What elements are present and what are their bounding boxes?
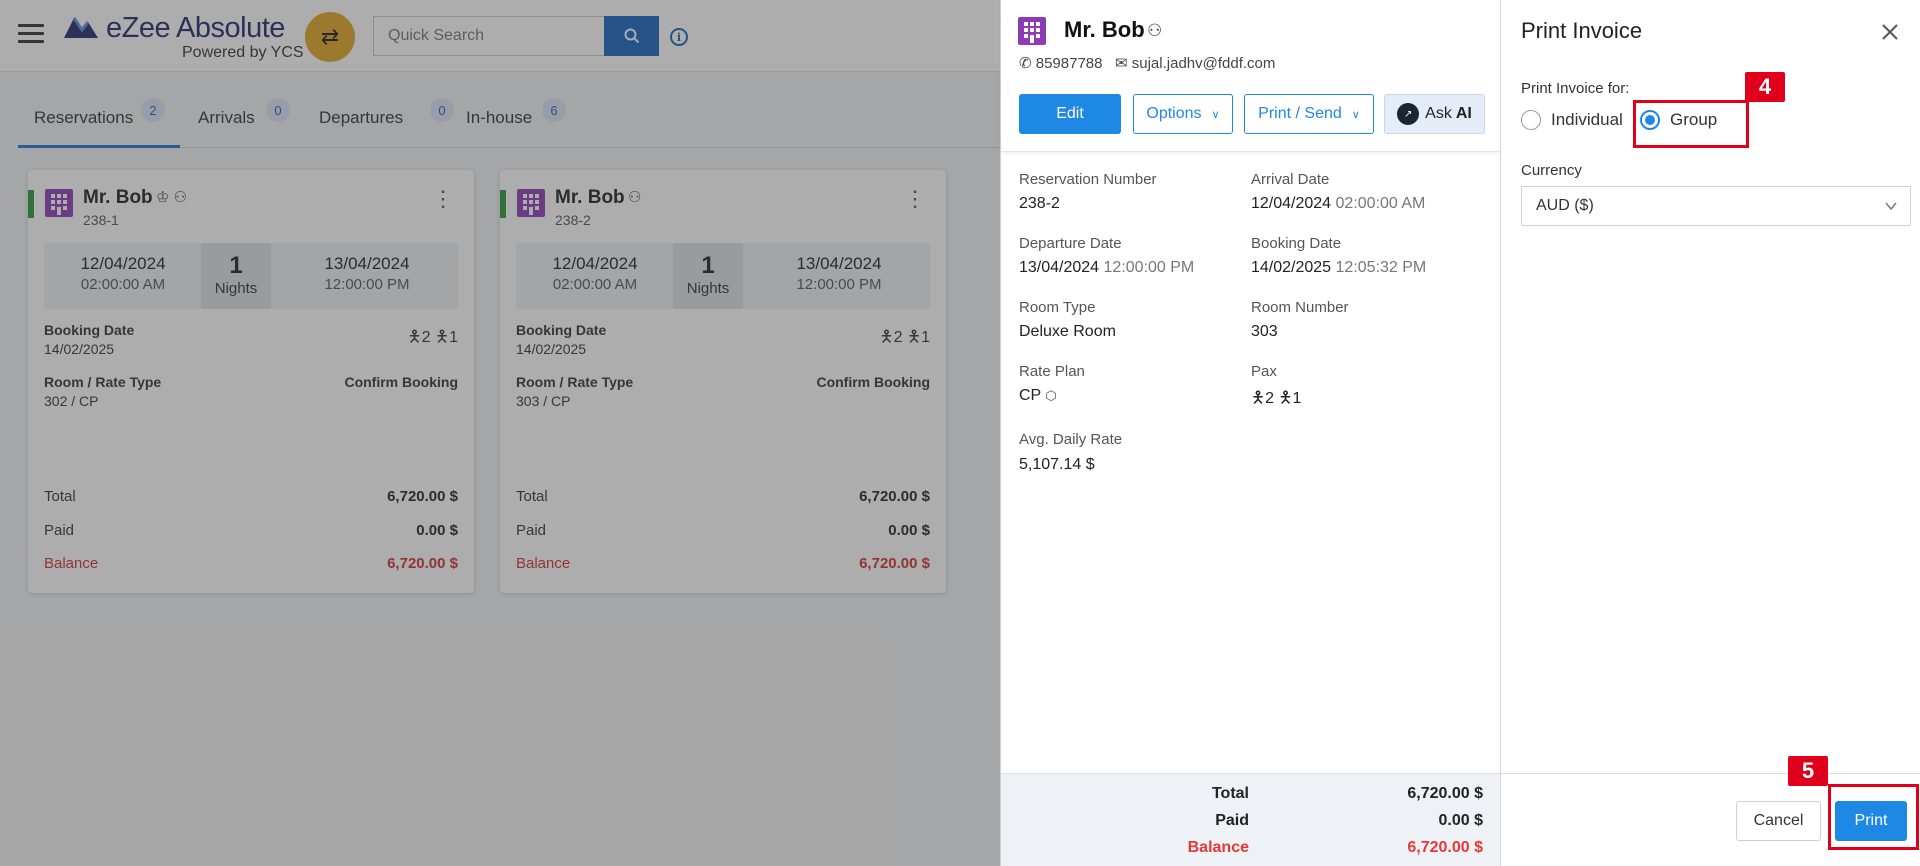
arrival-date-value: 12/04/2024 02:00:00 AM: [1251, 195, 1426, 212]
phone-icon: ✆: [1019, 55, 1032, 72]
paid-amount: 0.00 $: [1438, 812, 1483, 829]
print-for-label: Print Invoice for:: [1521, 80, 1630, 97]
annotation-box-print: [1828, 784, 1919, 850]
rate-plan-value: CP ⬡: [1019, 387, 1057, 404]
options-button[interactable]: Options ∨: [1133, 94, 1233, 134]
group-guest-icon: ⚇: [1147, 21, 1163, 40]
annotation-step-tag: 5: [1788, 756, 1828, 786]
room-number-value: 303: [1251, 323, 1278, 340]
reservation-detail-panel: Mr. Bob ⚇ ✆ 85987788 ✉ sujal.jadhv@fddf.…: [1000, 0, 1501, 866]
detail-header: Mr. Bob ⚇ ✆ 85987788 ✉ sujal.jadhv@fddf.…: [1001, 0, 1501, 152]
radio-button[interactable]: [1521, 110, 1541, 130]
edit-button[interactable]: Edit: [1019, 94, 1121, 134]
balance-amount: 6,720.00 $: [1407, 839, 1483, 856]
chevron-down-icon: [1885, 202, 1897, 211]
avg-daily-rate-value: 5,107.14 $: [1019, 456, 1095, 473]
radio-individual[interactable]: Individual: [1521, 108, 1623, 132]
guest-email: ✉ sujal.jadhv@fddf.com: [1115, 55, 1276, 72]
print-send-button[interactable]: Print / Send ∨: [1244, 94, 1374, 134]
booking-date-value: 14/02/2025 12:05:32 PM: [1251, 259, 1427, 276]
child-icon: 🯅: [1278, 390, 1293, 407]
footer-divider: [1501, 773, 1920, 774]
annotation-step-tag: 4: [1745, 72, 1785, 102]
ask-ai-button[interactable]: ↗ Ask AI: [1384, 94, 1485, 134]
pax-value: 🯅2 🯅1: [1251, 390, 1302, 407]
adult-icon: 🯅: [1251, 390, 1266, 407]
package-icon: ⬡: [1045, 388, 1057, 403]
departure-date-value: 13/04/2024 12:00:00 PM: [1019, 259, 1195, 276]
guest-name: Mr. Bob: [1064, 17, 1145, 42]
mail-icon: ✉: [1115, 55, 1128, 72]
building-icon: [1018, 17, 1046, 45]
close-icon[interactable]: [1878, 20, 1902, 44]
chevron-down-icon: ∨: [1211, 108, 1220, 121]
ai-compass-icon: ↗: [1397, 103, 1420, 125]
annotation-box-group: [1633, 100, 1749, 148]
detail-totals-footer: Total 6,720.00 $ Paid 0.00 $ Balance 6,7…: [1001, 773, 1501, 866]
chevron-down-icon: ∨: [1351, 108, 1360, 121]
modal-backdrop[interactable]: [0, 0, 1000, 866]
reservation-number-value: 238-2: [1019, 195, 1060, 212]
cancel-button[interactable]: Cancel: [1736, 801, 1821, 841]
guest-phone: ✆ 85987788: [1019, 55, 1103, 72]
currency-select[interactable]: AUD ($): [1521, 186, 1911, 226]
currency-label: Currency: [1521, 162, 1582, 179]
panel-title: Print Invoice: [1521, 18, 1643, 43]
room-type-value: Deluxe Room: [1019, 323, 1116, 340]
total-amount: 6,720.00 $: [1407, 785, 1483, 802]
